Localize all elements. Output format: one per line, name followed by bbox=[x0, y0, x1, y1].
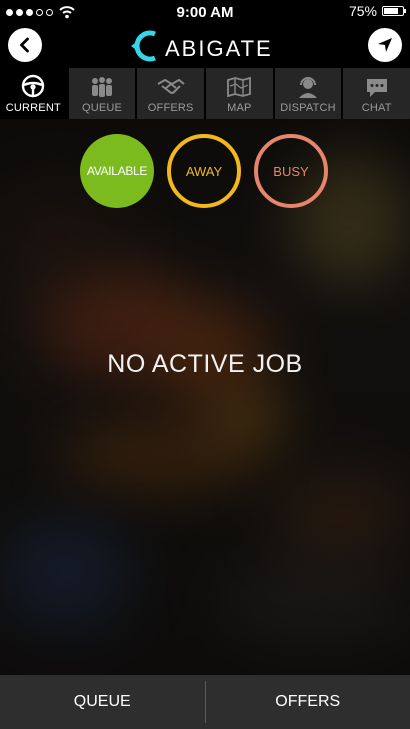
battery-icon bbox=[382, 6, 406, 16]
queue-button[interactable]: QUEUE bbox=[0, 675, 205, 729]
battery-percent: 75% bbox=[348, 3, 377, 19]
tab-offers[interactable]: OFFERS bbox=[137, 68, 205, 119]
navigate-button[interactable] bbox=[368, 28, 402, 62]
tab-label: DISPATCH bbox=[280, 102, 336, 114]
app-header: ABIGATE bbox=[0, 24, 410, 68]
offers-button[interactable]: OFFERS bbox=[206, 675, 410, 729]
people-icon bbox=[92, 77, 112, 97]
tab-queue[interactable]: QUEUE bbox=[68, 68, 136, 119]
availability-toggle-group: AVAILABLE AWAY BUSY bbox=[80, 134, 328, 208]
tab-bar: CURRENT QUEUE OFFERS MAP DISPATCH CHAT bbox=[0, 68, 410, 119]
tab-label: CURRENT bbox=[5, 102, 61, 114]
tab-label: QUEUE bbox=[81, 102, 123, 114]
status-bar: 9:00 AM 75% bbox=[0, 0, 410, 24]
handshake-icon bbox=[157, 78, 185, 94]
cabigate-logo: ABIGATE bbox=[0, 26, 410, 71]
tab-chat[interactable]: CHAT bbox=[343, 68, 410, 119]
available-button[interactable]: AVAILABLE bbox=[80, 134, 154, 208]
chat-bubble-icon bbox=[366, 79, 387, 97]
tab-current[interactable]: CURRENT bbox=[0, 68, 67, 119]
away-button[interactable]: AWAY bbox=[167, 134, 241, 208]
tab-label: OFFERS bbox=[147, 102, 194, 114]
tab-dispatch[interactable]: DISPATCH bbox=[274, 68, 342, 119]
tab-label: CHAT bbox=[361, 102, 392, 114]
logo-wordmark: ABIGATE bbox=[165, 36, 273, 61]
steering-wheel-icon bbox=[22, 74, 45, 98]
tab-map[interactable]: MAP bbox=[206, 68, 273, 119]
map-icon bbox=[227, 76, 252, 98]
tab-label: MAP bbox=[227, 102, 252, 114]
bottom-action-bar: QUEUE OFFERS bbox=[0, 675, 410, 729]
headset-icon bbox=[299, 77, 318, 98]
busy-button[interactable]: BUSY bbox=[254, 134, 328, 208]
navigation-arrow-icon bbox=[378, 38, 392, 52]
empty-state-message: NO ACTIVE JOB bbox=[107, 350, 303, 378]
